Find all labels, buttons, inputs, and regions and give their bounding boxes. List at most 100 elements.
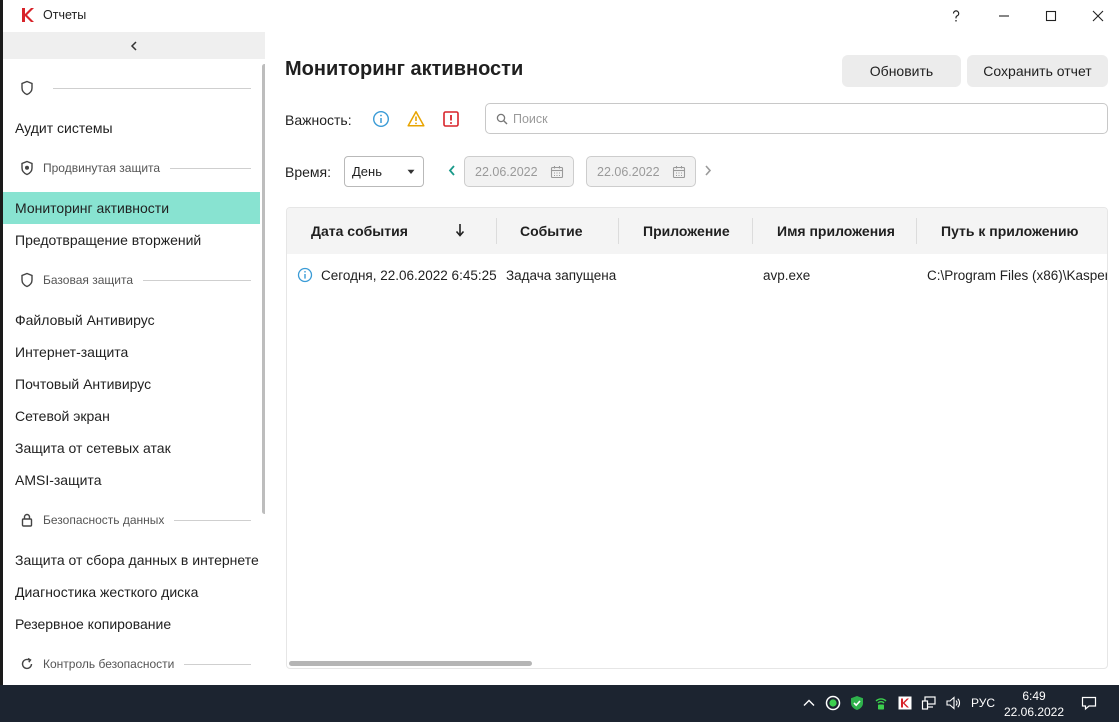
sidebar-item-label: Мониторинг активности <box>15 200 170 216</box>
sidebar-section-advanced: Продвинутая защита <box>19 158 251 178</box>
main-panel: Мониторинг активности Обновить Сохранить… <box>265 32 1119 685</box>
tray-volume-button[interactable] <box>944 693 962 713</box>
severity-critical-toggle[interactable] <box>436 104 466 134</box>
table-row[interactable]: Сегодня, 22.06.2022 6:45:25 Задача запущ… <box>287 254 1107 294</box>
speaker-icon <box>946 696 960 710</box>
sidebar-item-activity-monitor[interactable]: Мониторинг активности <box>3 192 260 224</box>
table-header: Дата события Событие Приложение Имя прил… <box>287 208 1107 254</box>
search-box[interactable] <box>485 103 1108 134</box>
calendar-icon <box>672 166 686 179</box>
kaspersky-logo-icon <box>22 8 34 22</box>
sidebar-section-general <box>19 78 251 98</box>
minimize-button[interactable] <box>981 0 1027 32</box>
sidebar-item-firewall[interactable]: Сетевой экран <box>15 408 110 424</box>
sidebar-item-intrusion-prevention[interactable]: Предотвращение вторжений <box>15 232 201 248</box>
cell-event-date: Сегодня, 22.06.2022 6:45:25 <box>321 268 497 283</box>
input-language-indicator[interactable]: РУС <box>971 696 995 710</box>
clock-time: 6:49 <box>1022 689 1046 703</box>
help-button[interactable] <box>933 0 979 32</box>
sidebar-item-web-protection[interactable]: Интернет-защита <box>15 344 128 360</box>
column-header-event-date[interactable]: Дата события <box>311 223 408 239</box>
date-from-field[interactable]: 22.06.2022 <box>464 156 574 187</box>
network-icon <box>921 696 936 710</box>
title-bar: Отчеты <box>3 0 1119 32</box>
notification-center-button[interactable] <box>1080 693 1098 713</box>
maximize-button[interactable] <box>1028 0 1074 32</box>
sidebar-item-backup[interactable]: Резервное копирование <box>15 616 171 632</box>
sidebar-section-security-control: Контроль безопасности <box>19 654 251 674</box>
tray-secure-connection-button[interactable] <box>872 693 890 713</box>
maximize-icon <box>1045 10 1057 22</box>
show-hidden-icons-button[interactable] <box>800 693 818 713</box>
minimize-icon <box>999 15 1009 17</box>
chevron-up-icon <box>803 699 815 706</box>
tray-kaspersky-app-button[interactable] <box>896 693 914 713</box>
sidebar-section-basic: Базовая защита <box>19 270 251 290</box>
close-icon <box>1092 10 1104 22</box>
search-icon <box>496 113 508 124</box>
clock-date: 22.06.2022 <box>1003 705 1065 719</box>
sort-descending-icon[interactable] <box>454 222 466 238</box>
period-value: День <box>352 164 382 179</box>
chevron-left-icon <box>448 164 455 176</box>
sidebar: Аудит системы Продвинутая защита Монитор… <box>3 32 265 685</box>
cell-application-name: avp.exe <box>763 268 811 283</box>
sidebar-item-tracking-protection[interactable]: Защита от сбора данных в интернете <box>15 552 259 568</box>
severity-warning-toggle[interactable] <box>401 104 431 134</box>
window-title: Отчеты <box>43 8 87 22</box>
column-header-event[interactable]: Событие <box>520 223 583 239</box>
next-period-button[interactable] <box>702 162 714 178</box>
chevron-down-icon <box>407 169 415 174</box>
chevron-left-icon <box>130 40 137 51</box>
info-icon <box>372 110 390 128</box>
vpn-icon <box>875 698 887 710</box>
cell-event: Задача запущена <box>506 268 617 283</box>
help-icon <box>952 10 960 22</box>
lock-icon <box>21 513 33 527</box>
sidebar-item-network-attack-blocker[interactable]: Защита от сетевых атак <box>15 440 171 456</box>
taskbar: РУС 6:49 22.06.2022 <box>0 685 1119 722</box>
chevron-right-icon <box>705 164 712 176</box>
period-select[interactable]: День <box>344 156 424 187</box>
tray-network-button[interactable] <box>920 693 938 713</box>
clock[interactable]: 6:49 22.06.2022 <box>1002 688 1066 720</box>
column-header-application-path[interactable]: Путь к приложению <box>941 223 1079 239</box>
shield-icon <box>21 272 33 288</box>
tray-record-button[interactable] <box>824 693 842 713</box>
previous-period-button[interactable] <box>446 162 458 178</box>
date-from-value: 22.06.2022 <box>475 164 538 179</box>
sidebar-item-disk-diagnostics[interactable]: Диагностика жесткого диска <box>15 584 198 600</box>
cell-application-path: C:\Program Files (x86)\Kaspersky Lab\ <box>927 268 1107 283</box>
shield-icon <box>21 80 33 96</box>
kaspersky-app-icon <box>898 696 912 710</box>
warning-icon <box>407 111 425 127</box>
events-table: Дата события Событие Приложение Имя прил… <box>286 207 1108 669</box>
calendar-icon <box>550 166 564 179</box>
record-icon <box>825 695 841 711</box>
sidebar-item-mail-antivirus[interactable]: Почтовый Антивирус <box>15 376 151 392</box>
severity-info-toggle[interactable] <box>366 104 396 134</box>
sidebar-section-data-security: Безопасность данных <box>19 510 251 530</box>
sidebar-item-amsi[interactable]: AMSI-защита <box>15 472 101 488</box>
report-window: Отчеты Аудит системы Продвинутая защита <box>0 0 1119 685</box>
refresh-shield-icon <box>21 657 33 670</box>
date-to-value: 22.06.2022 <box>597 164 660 179</box>
save-report-button[interactable]: Сохранить отчет <box>967 55 1108 87</box>
table-horizontal-scrollbar[interactable] <box>289 661 532 666</box>
sidebar-item-system-audit[interactable]: Аудит системы <box>15 120 113 136</box>
column-header-application[interactable]: Приложение <box>643 223 730 239</box>
date-to-field[interactable]: 22.06.2022 <box>586 156 696 187</box>
refresh-button[interactable]: Обновить <box>842 55 961 87</box>
kaspersky-shield-icon <box>851 696 863 710</box>
shield-gear-icon <box>21 160 33 176</box>
close-button[interactable] <box>1075 0 1119 32</box>
search-input[interactable] <box>513 111 1073 126</box>
sidebar-item-file-antivirus[interactable]: Файловый Антивирус <box>15 312 155 328</box>
tray-kaspersky-button[interactable] <box>848 693 866 713</box>
sidebar-collapse-button[interactable] <box>3 32 265 59</box>
severity-label: Важность: <box>285 112 352 128</box>
page-title: Мониторинг активности <box>285 58 524 80</box>
info-icon <box>297 267 313 283</box>
critical-icon <box>443 111 459 127</box>
column-header-application-name[interactable]: Имя приложения <box>777 223 895 239</box>
